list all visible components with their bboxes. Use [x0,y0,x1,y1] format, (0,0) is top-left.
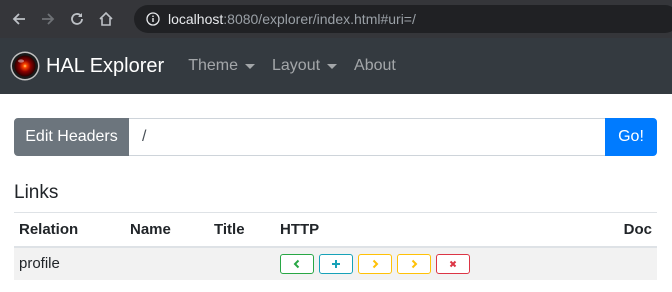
nav-theme-dropdown[interactable]: Theme [188,57,255,75]
column-header-http: HTTP [275,212,596,248]
nav-about-label: About [354,57,396,74]
forward-button[interactable] [38,9,58,29]
title-cell [209,246,275,280]
browser-toolbar: localhost:8080/explorer/index.html#uri=/ [0,0,672,38]
column-header-title: Title [209,212,275,248]
http-post-button[interactable] [319,253,353,274]
hal-eye-logo-icon [10,51,40,81]
home-button[interactable] [96,9,116,29]
http-delete-button[interactable] [436,253,470,274]
chevron-left-icon [293,259,300,268]
relation-cell: profile [14,246,125,280]
arrow-left-icon [12,13,25,25]
http-patch-button[interactable] [397,253,431,274]
uri-input-group: Edit Headers Go! [14,118,657,156]
app-brand[interactable]: HAL Explorer [46,55,164,78]
x-icon [449,260,457,267]
links-heading: Links [14,182,59,203]
nav-menu: Theme Layout About [188,57,413,75]
app-navbar: HAL Explorer Theme Layout About [0,38,672,94]
chevron-right-icon [372,259,379,268]
name-cell [125,246,209,280]
http-get-button[interactable] [280,253,314,274]
http-cell [275,246,596,280]
url-text: localhost:8080/explorer/index.html#uri=/ [168,11,416,27]
nav-layout-label: Layout [272,57,321,74]
home-icon [99,11,113,26]
reload-button[interactable] [67,9,87,29]
url-path: :8080/explorer/index.html#uri=/ [223,11,416,27]
links-table: Relation Name Title HTTP Doc profile [14,212,657,280]
column-header-name: Name [125,212,209,248]
uri-input[interactable] [129,118,605,156]
back-button[interactable] [9,9,29,29]
address-bar[interactable]: localhost:8080/explorer/index.html#uri=/ [134,5,672,33]
http-button-group [280,253,591,274]
info-icon [146,12,160,26]
arrow-right-icon [42,13,55,25]
reload-icon [71,13,83,25]
go-button[interactable]: Go! [605,118,657,156]
caret-down-icon [245,63,255,69]
nav-about-link[interactable]: About [354,57,396,75]
chevron-right-icon [411,259,418,268]
column-header-relation: Relation [14,212,125,248]
url-host: localhost [168,11,224,27]
table-row: profile [14,246,657,280]
column-header-doc: Doc [595,212,657,248]
caret-down-icon [327,63,338,69]
nav-layout-dropdown[interactable]: Layout [272,57,338,75]
doc-cell [595,246,657,280]
plus-icon [332,259,340,268]
edit-headers-button[interactable]: Edit Headers [14,118,129,156]
links-table-header-row: Relation Name Title HTTP Doc [14,212,657,248]
nav-theme-label: Theme [188,57,238,74]
http-put-button[interactable] [358,253,392,274]
